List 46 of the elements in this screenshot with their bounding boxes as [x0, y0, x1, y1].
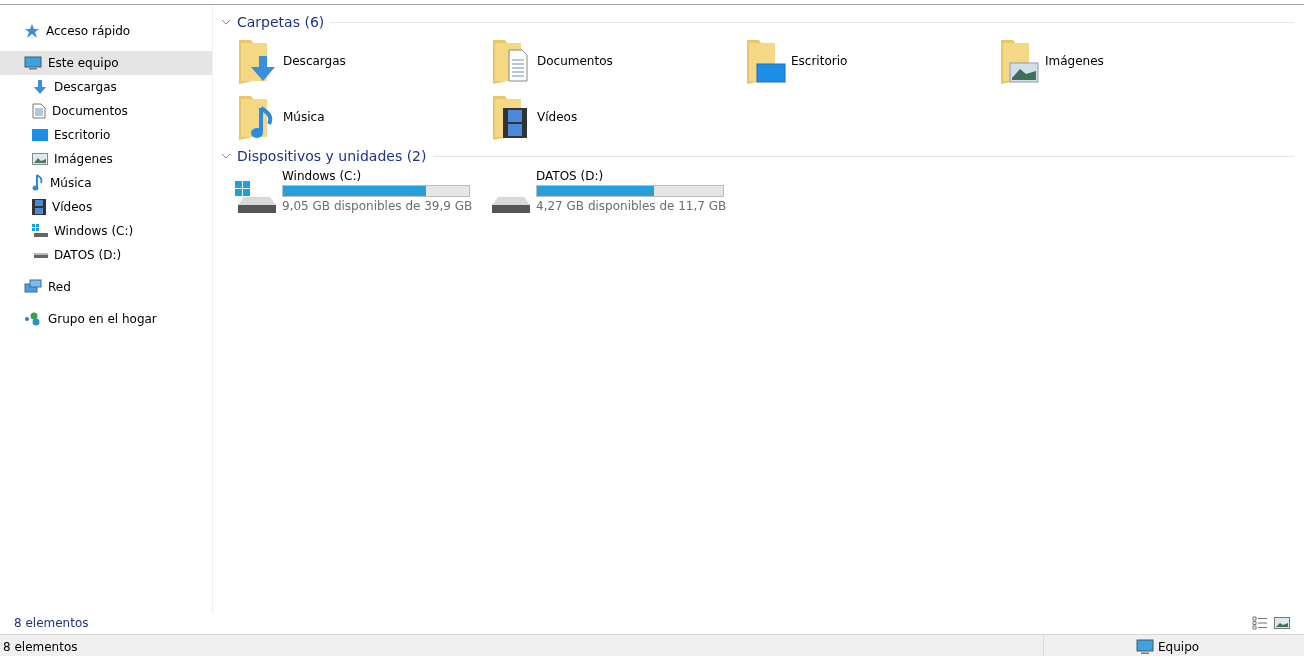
nav-item[interactable]: Música — [0, 171, 212, 195]
nav-item[interactable]: Acceso rápido — [0, 19, 212, 43]
picture-icon — [32, 152, 48, 166]
folder-label[interactable]: Documentos — [537, 54, 613, 68]
details-view-icon[interactable] — [1252, 616, 1268, 630]
location-label: Equipo — [1158, 639, 1200, 654]
nav-item[interactable]: Grupo en el hogar — [0, 307, 212, 331]
nav-item[interactable]: Descargas — [0, 75, 212, 99]
drive-icon — [492, 197, 530, 213]
drive-icon — [235, 181, 276, 213]
free-space-text: 9,05 GB disponibles de 39,9 GB — [282, 199, 473, 213]
folder-label[interactable]: Imágenes — [1045, 54, 1104, 68]
nav-item[interactable]: Imágenes — [0, 147, 212, 171]
chevron-icon[interactable] — [221, 151, 231, 161]
item-count: 8 elementos — [14, 616, 89, 630]
drive-label[interactable]: Windows (C:) — [282, 169, 473, 183]
section-title: Dispositivos y unidades (2) — [237, 148, 427, 164]
folder-label[interactable]: Escritorio — [791, 54, 848, 68]
nav-item[interactable]: Windows (C:) — [0, 219, 212, 243]
monitor-icon — [24, 55, 42, 71]
drive-icon — [32, 250, 48, 260]
folder-label[interactable]: Descargas — [283, 54, 346, 68]
music-note-icon — [32, 174, 44, 192]
drive-label[interactable]: DATOS (D:) — [536, 169, 727, 183]
item-count: 8 elementos — [3, 639, 78, 654]
network-icon — [24, 279, 42, 295]
star-icon — [24, 23, 40, 39]
homegroup-icon — [24, 312, 42, 326]
nav-item[interactable]: DATOS (D:) — [0, 243, 212, 267]
free-space-text: 4,27 GB disponibles de 11,7 GB — [536, 199, 727, 213]
monitor-icon — [1136, 638, 1154, 655]
desktop-icon — [32, 128, 48, 142]
folder-label[interactable]: Música — [283, 110, 325, 124]
chevron-icon[interactable] — [221, 17, 231, 27]
nav-item[interactable]: Escritorio — [0, 123, 212, 147]
large-icons-view-icon[interactable] — [1274, 616, 1290, 630]
nav-item[interactable]: Documentos — [0, 99, 212, 123]
drive-icon — [32, 224, 48, 238]
down-arrow-icon — [32, 79, 48, 95]
document-icon — [32, 103, 46, 119]
nav-item[interactable]: Este equipo — [0, 51, 212, 75]
folder-label[interactable]: Vídeos — [537, 110, 578, 124]
section-title: Carpetas (6) — [237, 14, 325, 30]
nav-item[interactable]: Red — [0, 275, 212, 299]
nav-item[interactable]: Vídeos — [0, 195, 212, 219]
film-icon — [32, 199, 46, 215]
